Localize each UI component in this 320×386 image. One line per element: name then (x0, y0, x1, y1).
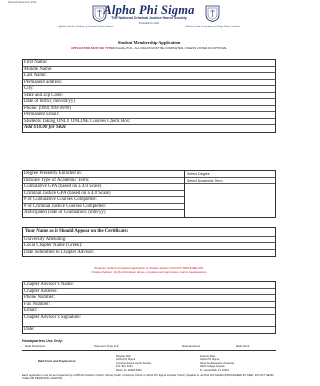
address-line: Davie, FL 33328-3400 (116, 368, 142, 372)
headquarters-row: Date Received Payment Type & # Date Ente… (22, 343, 276, 351)
advisor-instruction: Chapter Advisor: Verify information abov… (91, 270, 207, 275)
advisor-section: Chapter Advisor’s Name: Chapter Address:… (22, 281, 276, 334)
regular-mail-address: Regular Mail Alpha Phi Sigma Criminal Ju… (116, 355, 151, 372)
payment-instructions: Each application must be accompanied by … (22, 374, 274, 381)
affiliation-left: Affiliate with the Academy of Criminal J… (58, 25, 114, 28)
certificate-name-field[interactable]: Your Name as it Should Appear on the Cer… (23, 228, 275, 237)
skh-fee-note: Add $10.00 for SKH (24, 125, 66, 130)
application-title: Student Membership Application (117, 40, 181, 45)
affiliation-lines: Affiliate with the Academy of Criminal J… (58, 25, 240, 28)
express-mail-address: Express Mail Alpha Phi Sigma Nova Southe… (200, 355, 234, 372)
address-line: Ft. Lauderdale, FL 33314 (200, 368, 230, 372)
society-subtitle: The National Criminal Justice Honor Soci… (111, 16, 187, 20)
affiliation-right: Member of the Association of College Hon… (185, 25, 240, 28)
personal-info-section: First Name: Middle Name: Last Name: Perm… (22, 59, 276, 133)
date-submitted-field[interactable]: Date Submitted to Chapter Advisor: (23, 250, 275, 257)
date-received-label: Date Received (25, 344, 45, 348)
graduation-date-field[interactable]: Anticipated Date of Graduation: (mm/yy) (23, 210, 184, 217)
advisor-date-field[interactable]: Date: (23, 327, 275, 334)
typed-warning: APPLICATION MUST BE TYPED (70, 46, 115, 50)
academic-info-section: Degree Presently Enrolled in: Indicate T… (22, 170, 276, 218)
certificate-section: Your Name as it Should Appear on the Cer… (22, 227, 276, 257)
date-entered-label: Date Entered (182, 344, 200, 348)
fields-required-note: (Double Print - ALL FIELDS MUST BE COMPL… (114, 46, 228, 50)
academic-term-select[interactable]: Select Academic Term (185, 178, 275, 184)
advisor-signature-field[interactable]: Chapter Advisor’s Signature: (23, 315, 275, 327)
mail-label: Mail Form and Payment to: (38, 359, 77, 363)
submission-instructions: Students: Submit completed application t… (0, 266, 298, 275)
application-note: APPLICATION MUST BE TYPED (Double Print … (0, 46, 298, 50)
payment-type-label: Payment Type & # (94, 344, 119, 348)
date-sent-label: Date Sent (236, 344, 250, 348)
